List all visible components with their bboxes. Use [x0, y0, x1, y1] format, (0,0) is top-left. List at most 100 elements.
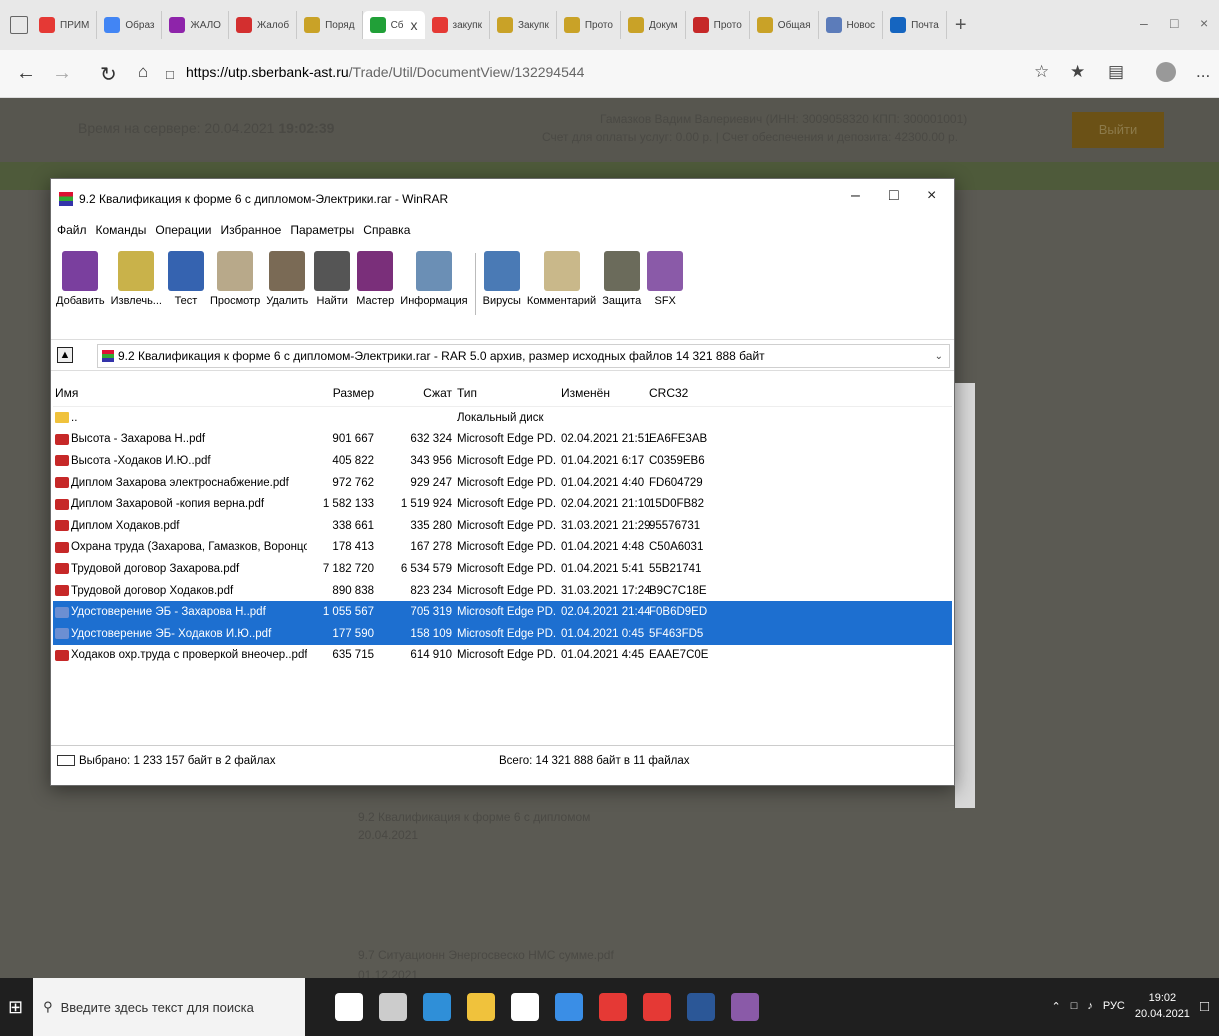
- browser-tab[interactable]: Новос: [819, 11, 884, 39]
- file-row[interactable]: Диплом Ходаков.pdf 338 661 335 280 Microsof…: [53, 515, 952, 537]
- browser-tab[interactable]: Жалоб: [229, 11, 298, 39]
- browser-tab[interactable]: закупк: [425, 11, 490, 39]
- document-title-2: 9.7 Ситуационн Энергосвеско НМС сумме.pd…: [358, 948, 614, 962]
- close-icon[interactable]: ×: [1200, 15, 1208, 31]
- column-size[interactable]: Размер: [307, 386, 374, 400]
- winrar-maximize-icon[interactable]: □: [889, 187, 899, 205]
- word-icon[interactable]: [687, 993, 716, 1021]
- winrar-toolbar: Добавить Извлечь... Тест Просмотр Удалить Най…: [53, 247, 686, 322]
- file-row[interactable]: Удостоверение ЭБ- Ходаков И.Ю..pdf 177 59…: [53, 622, 952, 645]
- file-row[interactable]: Высота -Ходаков И.Ю..pdf 405 822 343 956 Mi…: [53, 450, 952, 472]
- file-row[interactable]: .. Локальный диск: [53, 407, 952, 429]
- toolbar-button[interactable]: Защита: [599, 247, 644, 322]
- winrar-close-icon[interactable]: ×: [927, 187, 936, 205]
- back-icon[interactable]: ←: [16, 62, 36, 85]
- edge-icon[interactable]: [423, 993, 452, 1021]
- winrar-minimize-icon[interactable]: –: [851, 187, 860, 205]
- file-row[interactable]: Диплом Захаровой -копия верна.pdf 1 582 1…: [53, 493, 952, 515]
- menu-item[interactable]: Параметры: [290, 223, 354, 237]
- collections-icon[interactable]: ▤: [1108, 62, 1124, 82]
- browser-tab[interactable]: Прото: [686, 11, 750, 39]
- profile-avatar[interactable]: [1156, 62, 1176, 82]
- menu-item[interactable]: Справка: [363, 223, 410, 237]
- toolbar-button[interactable]: Найти: [311, 247, 353, 322]
- browser-tab[interactable]: Почта: [883, 11, 947, 39]
- browser-tab[interactable]: ЖАЛО: [162, 11, 229, 39]
- tray-chevron-icon[interactable]: ⌃: [1051, 1000, 1060, 1013]
- new-tab-button[interactable]: +: [947, 14, 975, 37]
- language-indicator[interactable]: РУС: [1103, 1000, 1125, 1012]
- file-row[interactable]: Трудовой договор Ходаков.pdf 890 838 823 2…: [53, 580, 952, 602]
- windows-start-icon[interactable]: ⊞: [8, 997, 23, 1018]
- winrar-icon[interactable]: [731, 993, 760, 1021]
- notifications-icon[interactable]: □: [1200, 998, 1209, 1015]
- tab-favicon-icon: [369, 17, 386, 33]
- menu-item[interactable]: Файл: [57, 223, 87, 237]
- store-icon[interactable]: [511, 993, 540, 1021]
- menu-item[interactable]: Команды: [96, 223, 147, 237]
- drive-icon[interactable]: [57, 755, 75, 766]
- toolbar-button[interactable]: Добавить: [53, 247, 108, 322]
- column-name[interactable]: Имя: [53, 386, 307, 400]
- favorites-icon[interactable]: ★: [1070, 62, 1085, 82]
- browser-tab[interactable]: Докум: [621, 11, 686, 39]
- column-type[interactable]: Тип: [452, 386, 557, 400]
- toolbar-button[interactable]: Просмотр: [207, 247, 263, 322]
- browser-tab[interactable]: Прото: [557, 11, 621, 39]
- refresh-icon[interactable]: ↻: [100, 62, 117, 87]
- file-row[interactable]: Удостоверение ЭБ - Захарова Н..pdf 1 055 …: [53, 601, 952, 623]
- toolbar-button[interactable]: Информация: [397, 247, 470, 322]
- column-modified[interactable]: Изменён: [557, 386, 645, 400]
- archive-path-field[interactable]: 9.2 Квалификация к форме 6 с дипломом-Эл…: [97, 344, 950, 368]
- toolbar-button[interactable]: Мастер: [353, 247, 397, 322]
- task-view-icon[interactable]: [379, 993, 408, 1021]
- file-row[interactable]: Высота - Захарова Н..pdf 901 667 632 324 Mi…: [53, 429, 952, 451]
- menu-item[interactable]: Избранное: [221, 223, 282, 237]
- file-row[interactable]: Охрана труда (Захарова, Гамазков, Воронц…: [53, 537, 952, 559]
- restore-icon[interactable]: □: [1170, 15, 1178, 31]
- network-icon[interactable]: □: [1071, 1000, 1078, 1012]
- browser-tab[interactable]: Поряд: [297, 11, 363, 39]
- yandex-icon[interactable]: [643, 993, 672, 1021]
- up-folder-icon[interactable]: ▲: [57, 347, 73, 363]
- tab-close-icon[interactable]: x: [411, 17, 418, 33]
- tab-actions-icon[interactable]: [10, 16, 28, 34]
- browser-tab[interactable]: ПРИМ: [32, 11, 98, 39]
- clock[interactable]: 19:02 20.04.2021: [1135, 990, 1190, 1022]
- file-row[interactable]: Трудовой договор Захарова.pdf 7 182 720 6 …: [53, 558, 952, 580]
- menu-item[interactable]: Операции: [155, 223, 211, 237]
- mail-icon[interactable]: [555, 993, 584, 1021]
- yandex-browser-icon[interactable]: [599, 993, 628, 1021]
- file-explorer-icon[interactable]: [467, 993, 496, 1021]
- chevron-down-icon[interactable]: ⌄: [935, 351, 943, 362]
- column-packed[interactable]: Сжат: [374, 386, 452, 400]
- toolbar-button[interactable]: Вирусы: [480, 247, 524, 322]
- toolbar-button[interactable]: Тест: [165, 247, 207, 322]
- browser-tab[interactable]: Сб x: [362, 11, 425, 39]
- file-row[interactable]: Ходаков охр.труда с проверкой внеочер..p…: [53, 645, 952, 667]
- file-crc-cell: C50A6031: [649, 541, 704, 554]
- tab-label: Закупк: [517, 19, 549, 31]
- home-icon[interactable]: ⌂: [138, 62, 148, 82]
- browser-tab[interactable]: Общая: [750, 11, 819, 39]
- toolbar-button[interactable]: Комментарий: [524, 247, 599, 322]
- taskbar-search[interactable]: ⚲ Введите здесь текст для поиска: [33, 978, 306, 1036]
- forward-icon[interactable]: →: [52, 62, 72, 85]
- volume-icon[interactable]: ♪: [1087, 1000, 1093, 1012]
- reading-mode-icon[interactable]: ☆: [1034, 62, 1049, 82]
- toolbar-button[interactable]: SFX: [644, 247, 686, 322]
- column-crc[interactable]: CRC32: [645, 386, 705, 400]
- url-field[interactable]: https://utp.sberbank-ast.ru/Trade/Util/D…: [186, 64, 584, 80]
- minimize-icon[interactable]: –: [1140, 15, 1148, 31]
- toolbar-button[interactable]: Извлечь...: [108, 247, 165, 322]
- browser-tab[interactable]: Закупк: [490, 11, 557, 39]
- toolbar-button[interactable]: Удалить: [263, 247, 311, 322]
- winrar-title-bar[interactable]: 9.2 Квалификация к форме 6 с дипломом-Эл…: [51, 179, 954, 219]
- cortana-icon[interactable]: [335, 993, 364, 1021]
- file-modified-cell: 01.04.2021 4:48: [561, 541, 645, 554]
- file-crc-cell: EAAE7C0E: [649, 649, 709, 662]
- logout-button[interactable]: Выйти: [1072, 112, 1164, 148]
- more-menu-button[interactable]: ...: [1196, 62, 1210, 82]
- file-row[interactable]: Диплом Захарова электроснабжение.pdf 972 …: [53, 472, 952, 494]
- browser-tab[interactable]: Образ: [97, 11, 163, 39]
